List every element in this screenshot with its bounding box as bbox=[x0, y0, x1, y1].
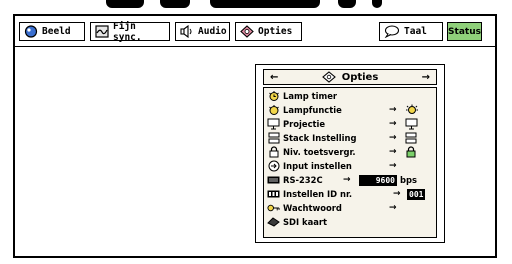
menu-item-sdi-kaart[interactable]: SDI kaart bbox=[267, 215, 435, 229]
header-mark bbox=[106, 0, 144, 8]
header-strip bbox=[0, 0, 512, 14]
tab-taal[interactable]: Taal bbox=[379, 22, 443, 41]
menu-item-wachtwoord[interactable]: Wachtwoord → bbox=[267, 201, 435, 215]
options-icon bbox=[240, 25, 254, 38]
tab-opties[interactable]: Opties bbox=[235, 22, 302, 41]
right-arrow-icon[interactable]: → bbox=[422, 72, 430, 83]
menu-item-stack-instelling[interactable]: Stack Instelling → bbox=[267, 131, 435, 145]
speech-bubble-icon bbox=[384, 25, 400, 38]
rs232c-value: 9600 bps bbox=[359, 174, 417, 186]
speaker-icon bbox=[180, 25, 192, 38]
tab-audio[interactable]: Audio bbox=[175, 22, 230, 41]
menu-item-input-instellen[interactable]: Input instellen → bbox=[267, 159, 435, 173]
submenu-arrow-icon: → bbox=[389, 147, 397, 157]
header-mark bbox=[338, 0, 356, 8]
submenu-arrow-icon: → bbox=[389, 119, 397, 129]
left-arrow-icon[interactable]: ← bbox=[270, 72, 278, 83]
menu-body: Lamp timer Lampfunctie → Projectie → Sta… bbox=[263, 87, 437, 238]
id-value: 001 bbox=[407, 188, 426, 200]
lock-icon bbox=[405, 146, 417, 158]
header-mark bbox=[160, 0, 190, 8]
lamp-icon bbox=[267, 90, 280, 102]
menu-item-lampfunctie[interactable]: Lampfunctie → bbox=[267, 103, 435, 117]
input-icon bbox=[267, 160, 280, 172]
lamp-mode-icon bbox=[405, 104, 419, 116]
menu-title: Opties bbox=[341, 71, 379, 83]
key-icon bbox=[267, 202, 280, 214]
tab-beeld[interactable]: Beeld bbox=[19, 22, 85, 41]
header-mark bbox=[372, 0, 382, 8]
options-menu: ← Opties → Lamp timer Lampfunctie → Proj… bbox=[255, 64, 445, 243]
submenu-arrow-icon: → bbox=[389, 105, 397, 115]
submenu-arrow-icon: → bbox=[389, 161, 397, 171]
options-icon bbox=[321, 71, 336, 83]
menu-item-rs232c[interactable]: RS-232C → 9600 bps bbox=[267, 173, 435, 187]
menu-item-niv-toetsvergr[interactable]: Niv. toetsvergr. → bbox=[267, 145, 435, 159]
submenu-arrow-icon: → bbox=[389, 133, 397, 143]
menu-item-instellen-id[interactable]: Instellen ID nr. → 001 bbox=[267, 187, 435, 201]
tab-divider bbox=[15, 46, 495, 47]
submenu-arrow-icon: → bbox=[343, 175, 351, 185]
fine-sync-icon bbox=[95, 25, 109, 38]
menu-header: ← Opties → bbox=[263, 69, 437, 85]
menu-item-lamp-timer[interactable]: Lamp timer bbox=[267, 89, 435, 103]
lock-icon bbox=[267, 146, 280, 158]
submenu-arrow-icon: → bbox=[393, 189, 401, 199]
projection-icon bbox=[405, 118, 418, 130]
id-icon bbox=[267, 188, 280, 200]
stack-icon bbox=[267, 132, 280, 144]
picture-icon bbox=[24, 25, 38, 38]
projection-icon bbox=[267, 118, 280, 130]
lamp-icon bbox=[267, 104, 280, 116]
rs232c-icon bbox=[267, 174, 280, 186]
tab-status[interactable]: Status bbox=[447, 22, 482, 41]
menu-item-projectie[interactable]: Projectie → bbox=[267, 117, 435, 131]
stack-icon bbox=[405, 132, 417, 144]
submenu-arrow-icon: → bbox=[389, 203, 397, 213]
sdi-card-icon bbox=[267, 216, 280, 228]
tab-fijn-sync[interactable]: Fijn sync. bbox=[90, 21, 170, 43]
header-mark bbox=[210, 0, 320, 8]
